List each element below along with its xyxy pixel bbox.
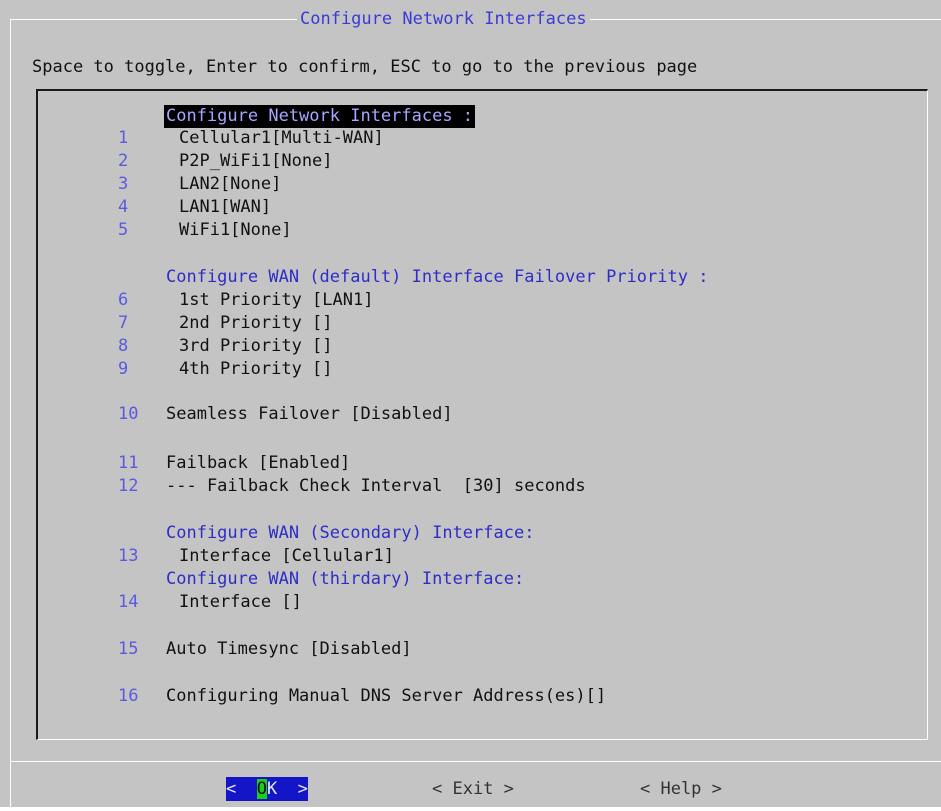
item-number: 7: [118, 313, 129, 333]
failover-header: Configure WAN (default) Interface Failov…: [166, 267, 709, 287]
item-label: LAN2[None]: [179, 174, 282, 194]
menu-item-7[interactable]: 7 2nd Priority []: [38, 312, 927, 335]
menu-item-8[interactable]: 8 3rd Priority []: [38, 335, 927, 358]
item-number: 8: [118, 336, 129, 356]
item-label: P2P_WiFi1[None]: [179, 151, 333, 171]
menu-item-1[interactable]: 1 Cellular1[Multi-WAN]: [38, 127, 927, 150]
item-label: Failback [Enabled]: [166, 453, 351, 473]
menu-item-11[interactable]: 11 Failback [Enabled]: [38, 452, 927, 475]
item-label: 4th Priority []: [179, 359, 333, 379]
item-number: 2: [118, 151, 129, 171]
help-button[interactable]: < Help >: [640, 777, 722, 801]
button-bar: < OK > < Exit > < Help >: [0, 777, 941, 801]
menu-list: Configure Network Interfaces : 1 Cellula…: [36, 89, 928, 740]
secondary-header: Configure WAN (Secondary) Interface:: [166, 523, 535, 543]
item-number: 12: [118, 476, 139, 496]
item-number: 15: [118, 639, 139, 659]
menu-item-14[interactable]: 14 Interface []: [38, 591, 927, 614]
menu-item-10[interactable]: 10 Seamless Failover [Disabled]: [38, 403, 927, 426]
button-separator: [10, 761, 941, 762]
item-number: 6: [118, 290, 129, 310]
dialog-title: Configure Network Interfaces: [297, 8, 590, 30]
menu-item-13[interactable]: 13 Interface [Cellular1]: [38, 545, 927, 568]
item-number: 3: [118, 174, 129, 194]
menu-item-16[interactable]: 16 Configuring Manual DNS Server Address…: [38, 685, 927, 708]
menu-item-5[interactable]: 5 WiFi1[None]: [38, 219, 927, 242]
ok-left-bracket: <: [226, 779, 257, 799]
tertiary-header-row[interactable]: Configure WAN (thirdary) Interface:: [38, 568, 927, 591]
item-label: Seamless Failover [Disabled]: [166, 404, 453, 424]
item-number: 5: [118, 220, 129, 240]
item-label: Interface []: [179, 592, 302, 612]
interfaces-header-row[interactable]: Configure Network Interfaces :: [38, 105, 927, 128]
ok-rest: K >: [266, 779, 308, 799]
item-label: Cellular1[Multi-WAN]: [179, 128, 384, 148]
item-label: 2nd Priority []: [179, 313, 333, 333]
configure-network-dialog: Configure Network Interfaces Space to to…: [0, 0, 941, 811]
ok-button[interactable]: < OK >: [226, 777, 308, 801]
item-number: 11: [118, 453, 139, 473]
interfaces-header: Configure Network Interfaces :: [164, 105, 476, 128]
menu-item-4[interactable]: 4 LAN1[WAN]: [38, 196, 927, 219]
menu-item-2[interactable]: 2 P2P_WiFi1[None]: [38, 150, 927, 173]
item-label: WiFi1[None]: [179, 220, 292, 240]
menu-item-3[interactable]: 3 LAN2[None]: [38, 173, 927, 196]
item-number: 1: [118, 128, 129, 148]
item-number: 4: [118, 197, 129, 217]
item-number: 14: [118, 592, 139, 612]
item-number: 9: [118, 359, 129, 379]
failover-header-row[interactable]: Configure WAN (default) Interface Failov…: [38, 266, 927, 289]
item-label: Configuring Manual DNS Server Address(es…: [166, 686, 607, 706]
ok-hotkey: O: [256, 779, 267, 799]
menu-item-6[interactable]: 6 1st Priority [LAN1]: [38, 289, 927, 312]
item-number: 16: [118, 686, 139, 706]
item-label: 3rd Priority []: [179, 336, 333, 356]
tertiary-header: Configure WAN (thirdary) Interface:: [166, 569, 525, 589]
item-label: LAN1[WAN]: [179, 197, 272, 217]
secondary-header-row[interactable]: Configure WAN (Secondary) Interface:: [38, 522, 927, 545]
item-label: --- Failback Check Interval [30] seconds: [166, 476, 586, 496]
menu-item-9[interactable]: 9 4th Priority []: [38, 358, 927, 381]
item-label: Interface [Cellular1]: [179, 546, 394, 566]
instructions-text: Space to toggle, Enter to confirm, ESC t…: [32, 57, 698, 77]
exit-button[interactable]: < Exit >: [432, 777, 514, 801]
menu-item-12[interactable]: 12 --- Failback Check Interval [30] seco…: [38, 475, 927, 498]
item-label: Auto Timesync [Disabled]: [166, 639, 412, 659]
item-number: 10: [118, 404, 139, 424]
menu-item-15[interactable]: 15 Auto Timesync [Disabled]: [38, 638, 927, 661]
item-label: 1st Priority [LAN1]: [179, 290, 374, 310]
item-number: 13: [118, 546, 139, 566]
